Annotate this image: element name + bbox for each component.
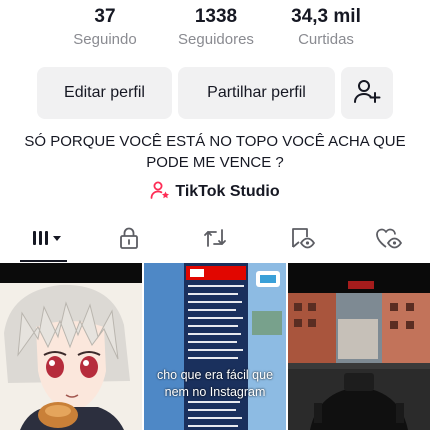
tab-reposts[interactable]	[185, 222, 245, 258]
tab-saved[interactable]	[272, 222, 332, 258]
studio-label: TikTok Studio	[175, 183, 280, 200]
person-plus-icon	[353, 77, 381, 110]
video-thumbnail[interactable]: cho que era fácil que nem no Instagram	[144, 263, 286, 430]
lock-icon	[117, 226, 141, 255]
videos-grid-icon	[27, 226, 67, 255]
followers-stat[interactable]: 1338 Seguidores	[161, 4, 271, 50]
followers-label: Seguidores	[178, 31, 254, 48]
following-count: 37	[94, 6, 116, 27]
edit-profile-label: Editar perfil	[64, 84, 145, 101]
following-label: Seguindo	[73, 31, 137, 48]
followers-count: 1338	[194, 6, 238, 27]
anime-character-thumbnail	[0, 263, 142, 430]
tab-videos[interactable]	[17, 222, 77, 258]
liked-hidden-icon	[374, 226, 402, 255]
profile-stats: 37 Seguindo 1338 Seguidores 34,3 mil Cur…	[0, 4, 430, 56]
profile-actions: Editar perfil Partilhar perfil	[0, 67, 430, 119]
repost-icon	[202, 226, 228, 255]
video-thumbnail[interactable]	[288, 263, 430, 430]
saved-icon	[289, 226, 315, 255]
add-friends-button[interactable]	[341, 67, 393, 119]
tab-private[interactable]	[99, 222, 159, 258]
video-grid: cho que era fácil que nem no Instagram	[0, 263, 430, 430]
f1-leaderboard-thumbnail	[144, 263, 286, 430]
share-profile-button[interactable]: Partilhar perfil	[178, 67, 335, 119]
video-thumbnail[interactable]	[0, 263, 142, 430]
video-caption-line1: cho que era fácil que	[156, 368, 274, 382]
edit-profile-button[interactable]: Editar perfil	[37, 67, 172, 119]
likes-label: Curtidas	[298, 31, 354, 48]
likes-stat[interactable]: 34,3 mil Curtidas	[271, 4, 381, 50]
video-caption-line2: nem no Instagram	[164, 385, 266, 399]
active-tab-indicator	[20, 260, 67, 262]
likes-count: 34,3 mil	[291, 6, 361, 27]
tiktok-studio-link[interactable]: TikTok Studio	[0, 180, 430, 204]
profile-bio: SÓ PORQUE VOCÊ ESTÁ NO TOPO VOCÊ ACHA QU…	[24, 133, 406, 171]
profile-tabs	[0, 222, 430, 262]
following-stat[interactable]: 37 Seguindo	[50, 4, 160, 50]
share-profile-label: Partilhar perfil	[207, 84, 306, 101]
onboard-race-thumbnail	[288, 263, 430, 430]
studio-icon	[150, 180, 170, 205]
tab-liked[interactable]	[358, 222, 418, 258]
